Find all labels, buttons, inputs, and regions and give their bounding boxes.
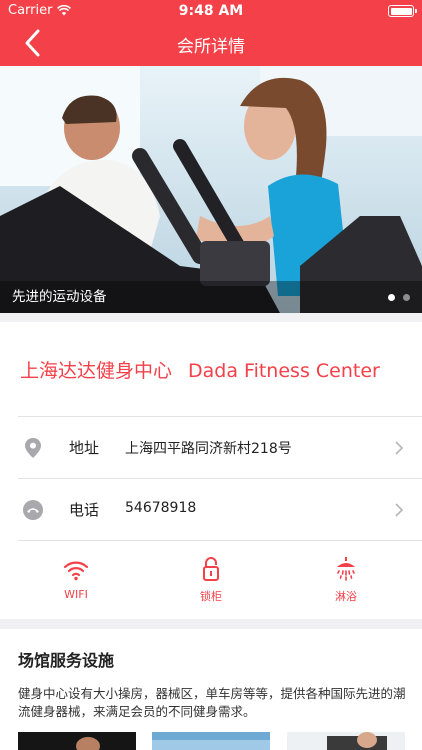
amenity-wifi[interactable]: WIFI — [26, 556, 126, 608]
lock-icon — [203, 557, 219, 581]
section-divider — [0, 619, 422, 629]
club-name: 上海达达健身中心 Dada Fitness Center — [20, 356, 380, 383]
amenity-locker[interactable]: 锁柜 — [161, 556, 261, 608]
amenity-shower[interactable]: 淋浴 — [296, 556, 396, 608]
address-value: 上海四平路同济新村218号 — [125, 441, 292, 457]
banner-carousel[interactable]: 先进的运动设备 — [0, 66, 422, 313]
phone-row[interactable]: 电话 54678918 — [0, 480, 422, 540]
page-dot[interactable] — [403, 294, 410, 301]
status-time: 9:48 AM — [178, 3, 244, 19]
amenity-label: 淋浴 — [335, 590, 357, 603]
navigation-bar: Carrier 9:48 AM 会所详情 — [0, 0, 422, 66]
chevron-right-icon — [395, 441, 404, 455]
facility-photo-image — [287, 732, 405, 750]
address-label: 地址 — [69, 439, 100, 457]
facilities-description: 健身中心设有大小操房，器械区，单车房等等，提供各种国际先进的潮流健身器械，来满足… — [18, 686, 406, 719]
chevron-right-icon — [395, 503, 404, 517]
location-pin-icon — [25, 438, 41, 458]
club-name-cn: 上海达达健身中心 — [20, 360, 173, 382]
battery-icon — [388, 5, 417, 17]
shower-icon — [337, 557, 355, 581]
banner-image — [0, 66, 422, 313]
divider — [18, 540, 422, 541]
facility-photo[interactable] — [152, 732, 270, 750]
section-divider — [0, 313, 422, 322]
amenity-label: WIFI — [64, 588, 88, 601]
facility-photo-image — [152, 732, 270, 750]
phone-icon — [23, 500, 43, 520]
page-title: 会所详情 — [177, 37, 245, 57]
facility-photo-image — [18, 732, 136, 750]
phone-label: 电话 — [69, 501, 100, 519]
amenity-label: 锁柜 — [200, 590, 222, 603]
facilities-title: 场馆服务设施 — [18, 651, 115, 670]
divider — [18, 416, 422, 417]
carousel-page-indicator[interactable] — [388, 294, 410, 301]
wifi-icon — [63, 561, 89, 581]
banner-caption: 先进的运动设备 — [12, 289, 107, 305]
status-bar: Carrier 9:48 AM — [0, 0, 422, 22]
club-name-en: Dada Fitness Center — [188, 360, 380, 382]
facility-photo[interactable] — [287, 732, 405, 750]
divider — [18, 478, 422, 479]
phone-value: 54678918 — [125, 500, 197, 516]
address-row[interactable]: 地址 上海四平路同济新村218号 — [0, 418, 422, 478]
page-dot-active[interactable] — [388, 294, 395, 301]
facility-photo[interactable] — [18, 732, 136, 750]
